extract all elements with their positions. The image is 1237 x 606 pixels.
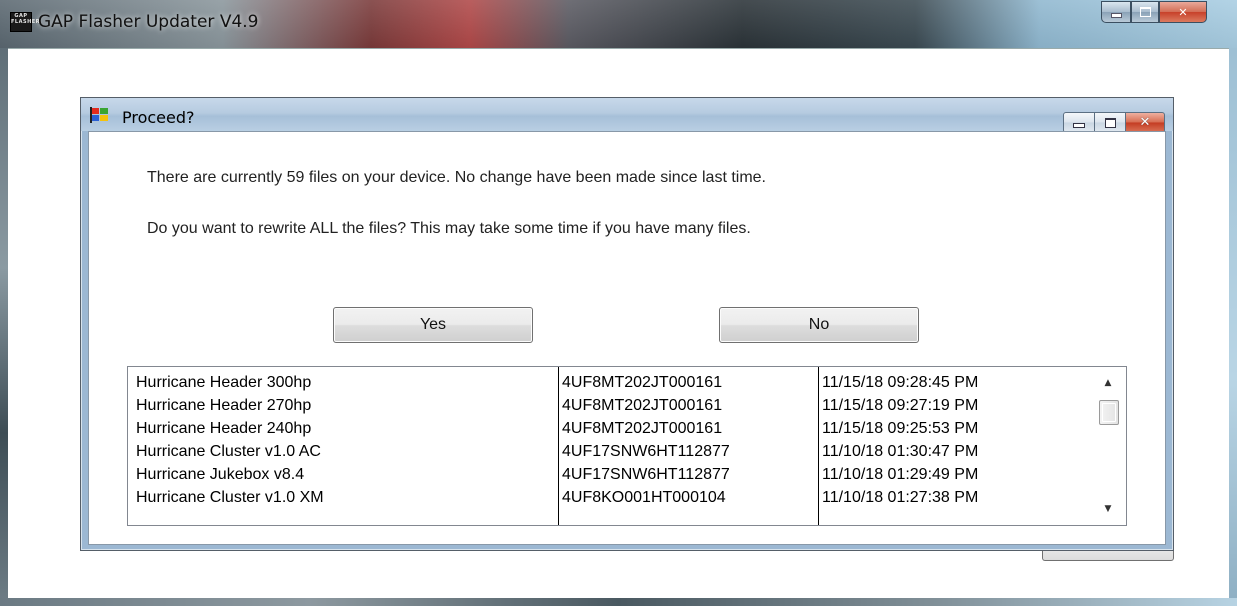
colorful-flag-icon xyxy=(90,107,108,123)
file-date: 11/10/18 01:29:49 PM xyxy=(822,466,979,483)
file-date: 11/15/18 09:28:45 PM xyxy=(822,374,979,391)
main-window-title: GAP Flasher Updater V4.9 xyxy=(38,12,259,32)
arrow-up-icon[interactable]: ▲ xyxy=(1100,375,1116,391)
dialog-client: There are currently 59 files on your dev… xyxy=(88,131,1166,545)
list-item[interactable]: Hurricane Cluster v1.0 AC 4UF17SNW6HT112… xyxy=(128,440,1098,463)
file-date: 11/10/18 01:30:47 PM xyxy=(822,443,979,460)
proceed-dialog: Proceed? ✕ There are currently 59 files … xyxy=(80,97,1174,551)
gap-flasher-icon[interactable]: GAP FLASHER xyxy=(10,12,41,32)
device-id: 4UF8MT202JT000161 xyxy=(562,374,723,391)
window-frame-left xyxy=(0,48,8,598)
file-name: Hurricane Header 240hp xyxy=(136,420,312,437)
main-window-caption-buttons: ✕ xyxy=(1101,1,1207,23)
window-frame-bottom xyxy=(0,598,1237,606)
dialog-title: Proceed? xyxy=(122,108,195,127)
file-date: 11/10/18 01:27:38 PM xyxy=(822,489,979,506)
file-name: Hurricane Cluster v1.0 XM xyxy=(136,489,324,506)
dialog-close-button[interactable]: ✕ xyxy=(1126,112,1165,133)
minimize-icon xyxy=(1073,123,1085,128)
scrollbar-thumb[interactable] xyxy=(1099,400,1119,425)
file-name: Hurricane Header 270hp xyxy=(136,397,312,414)
device-id: 4UF17SNW6HT112877 xyxy=(562,443,730,460)
file-date: 11/15/18 09:25:53 PM xyxy=(822,420,979,437)
file-name: Hurricane Header 300hp xyxy=(136,374,312,391)
close-icon: ✕ xyxy=(1139,115,1151,130)
message-line-2: Do you want to rewrite ALL the files? Th… xyxy=(147,220,751,237)
maximize-icon xyxy=(1139,7,1151,17)
dialog-maximize-button[interactable] xyxy=(1095,112,1126,133)
list-item[interactable]: Hurricane Header 240hp 4UF8MT202JT000161… xyxy=(128,417,1098,440)
dialog-minimize-button[interactable] xyxy=(1063,112,1095,133)
maximize-icon xyxy=(1104,117,1116,128)
app-icon-line2: FLASHER xyxy=(11,19,41,25)
close-button[interactable]: ✕ xyxy=(1159,1,1207,23)
list-item[interactable]: Hurricane Cluster v1.0 XM 4UF8KO001HT000… xyxy=(128,486,1098,509)
list-item[interactable]: Hurricane Header 270hp 4UF8MT202JT000161… xyxy=(128,394,1098,417)
file-name: Hurricane Cluster v1.0 AC xyxy=(136,443,321,460)
vertical-scrollbar[interactable]: ▲ ▼ xyxy=(1090,367,1126,525)
device-id: 4UF8KO001HT000104 xyxy=(562,489,726,506)
window-frame-right xyxy=(1229,48,1237,598)
minimize-button[interactable] xyxy=(1101,1,1131,23)
file-list[interactable]: Hurricane Header 300hp 4UF8MT202JT000161… xyxy=(127,366,1127,526)
maximize-button[interactable] xyxy=(1131,1,1159,23)
close-icon: ✕ xyxy=(1178,5,1188,19)
device-id: 4UF17SNW6HT112877 xyxy=(562,466,730,483)
device-id: 4UF8MT202JT000161 xyxy=(562,420,723,437)
no-button[interactable]: No xyxy=(719,307,919,343)
yes-button[interactable]: Yes xyxy=(333,307,533,343)
message-line-1: There are currently 59 files on your dev… xyxy=(147,169,766,186)
minimize-icon xyxy=(1110,13,1122,18)
file-date: 11/15/18 09:27:19 PM xyxy=(822,397,979,414)
dialog-caption-buttons: ✕ xyxy=(1063,112,1165,133)
file-name: Hurricane Jukebox v8.4 xyxy=(136,466,305,483)
list-item[interactable]: Hurricane Jukebox v8.4 4UF17SNW6HT112877… xyxy=(128,463,1098,486)
arrow-down-icon[interactable]: ▼ xyxy=(1100,501,1116,517)
list-item[interactable]: Hurricane Header 300hp 4UF8MT202JT000161… xyxy=(128,371,1098,394)
device-id: 4UF8MT202JT000161 xyxy=(562,397,723,414)
dialog-titlebar[interactable] xyxy=(81,98,1173,131)
